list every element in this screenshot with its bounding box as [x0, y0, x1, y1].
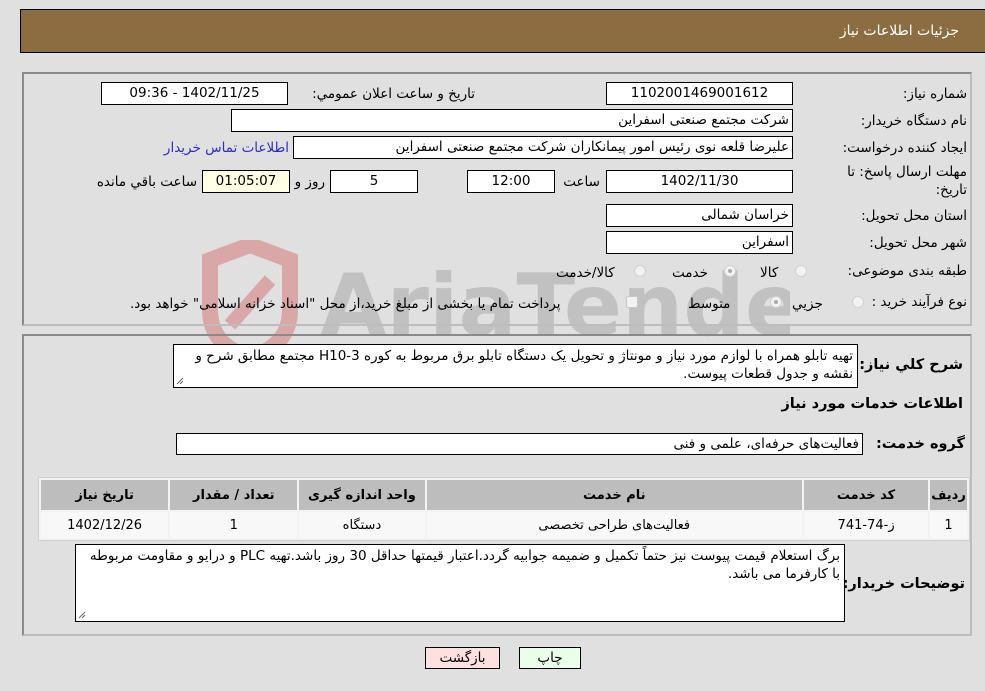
services-section-title: اطلاعات خدمات مورد نیاز	[781, 396, 963, 412]
announce-datetime-field: 1402/11/25 - 09:36	[101, 82, 288, 105]
cell-row-number: 1	[930, 512, 967, 538]
time-remaining-label: ساعت باقي مانده	[96, 174, 197, 190]
table-header-row: ردیف کد خدمت نام خدمت واحد اندازه گیری ت…	[41, 480, 967, 510]
cell-service-code: ز-74-741	[804, 512, 929, 538]
col-header-unit: واحد اندازه گیری	[299, 480, 425, 510]
cell-need-date: 1402/12/26	[41, 512, 169, 538]
purchase-type-label: نوع فرآیند خرید :	[871, 294, 967, 310]
col-header-service-name: نام خدمت	[426, 480, 802, 510]
treasury-checkbox[interactable]	[626, 296, 638, 308]
city-label: شهر محل تحویل:	[869, 235, 967, 251]
buyer-notes-label: توضیحات خریدار:	[842, 576, 965, 592]
requester-label: ایجاد کننده درخواست:	[842, 140, 967, 156]
col-header-service-code: کد خدمت	[804, 480, 929, 510]
resize-grip-icon[interactable]	[176, 377, 184, 385]
services-table: ردیف کد خدمت نام خدمت واحد اندازه گیری ت…	[38, 477, 970, 541]
category-radio-service[interactable]	[724, 265, 736, 277]
col-header-row-number: ردیف	[930, 480, 967, 510]
need-number-label: شماره نیاز:	[902, 86, 967, 102]
cell-service-name: فعالیت‌های طراحی تخصصی	[426, 512, 802, 538]
category-label: طبقه بندی موضوعی:	[847, 263, 967, 279]
description-label: شرح کلي نیاز:	[859, 357, 963, 373]
deadline-time-field: 12:00	[467, 170, 555, 193]
days-label: روز و	[294, 174, 325, 190]
service-group-label: گروه خدمت:	[875, 436, 965, 452]
need-number-field: 1102001469001612	[606, 82, 793, 105]
description-text: تهیه تابلو همراه با لوازم مورد نیاز و مو…	[195, 348, 853, 382]
time-remaining-field: 01:05:07	[202, 170, 290, 193]
purchase-radio-minor[interactable]	[852, 296, 864, 308]
purchase-radio-medium[interactable]	[770, 296, 782, 308]
days-remaining-field: 5	[330, 170, 418, 193]
col-header-need-date: تاریخ نیاز	[41, 480, 169, 510]
purchase-option-medium: متوسط	[688, 296, 731, 312]
buyer-notes-text: برگ استعلام قیمت پیوست نیز حتماً تکمیل و…	[89, 548, 840, 582]
purchase-option-minor: جزيي	[792, 296, 823, 312]
category-option-service: خدمت	[672, 265, 708, 281]
treasury-note: پرداخت تمام یا بخشی از مبلغ خرید،از محل …	[130, 296, 561, 312]
buyer-org-field: شرکت مجتمع صنعتی اسفراین	[231, 109, 793, 132]
cell-unit: دستگاه	[299, 512, 425, 538]
category-option-goods: کالا	[760, 265, 779, 281]
buyer-contact-link[interactable]: اطلاعات تماس خریدار	[164, 140, 289, 156]
category-radio-goods-service[interactable]	[634, 265, 646, 277]
resize-grip-icon[interactable]	[78, 611, 86, 619]
page-title: جزئیات اطلاعات نیاز	[839, 23, 959, 39]
description-textarea[interactable]: تهیه تابلو همراه با لوازم مورد نیاز و مو…	[173, 344, 858, 388]
back-button[interactable]: بازگشت	[425, 647, 500, 669]
table-row: 1 ز-74-741 فعالیت‌های طراحی تخصصی دستگاه…	[41, 512, 967, 538]
deadline-label-2: تاریخ:	[935, 182, 967, 198]
province-label: استان محل تحویل:	[861, 208, 967, 224]
buyer-org-label: نام دستگاه خریدار:	[860, 113, 967, 129]
page-header: جزئیات اطلاعات نیاز	[20, 9, 985, 53]
print-button[interactable]: چاپ	[519, 647, 581, 669]
announce-datetime-label: تاریخ و ساعت اعلان عمومي:	[312, 86, 475, 102]
requester-field: علیرضا قلعه نوی رئیس امور پیمانکاران شرک…	[293, 136, 793, 159]
category-radio-goods[interactable]	[795, 265, 807, 277]
cell-quantity: 1	[170, 512, 298, 538]
province-field: خراسان شمالی	[606, 204, 793, 227]
buyer-notes-textarea[interactable]: برگ استعلام قیمت پیوست نیز حتماً تکمیل و…	[75, 544, 845, 622]
deadline-date-field: 1402/11/30	[606, 170, 793, 193]
col-header-quantity: تعداد / مقدار	[170, 480, 298, 510]
category-option-goods-service: کالا/خدمت	[556, 265, 615, 281]
service-group-field: فعالیت‌های حرفه‌ای، علمی و فنی	[176, 433, 863, 455]
deadline-label: مهلت ارسال پاسخ: تا	[847, 164, 967, 180]
city-field: اسفراین	[606, 231, 793, 254]
deadline-time-label: ساعت	[563, 174, 600, 190]
